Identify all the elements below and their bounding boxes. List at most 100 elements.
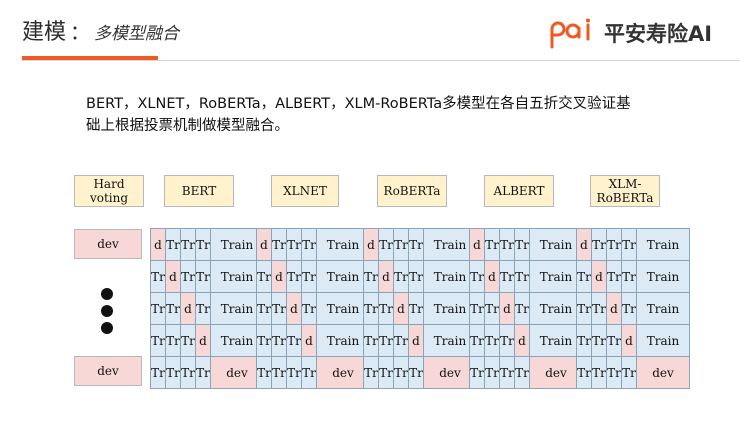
train-fold-cell: Train xyxy=(636,292,690,325)
train-fold-cell: Tr xyxy=(408,260,424,293)
ellipsis-dot xyxy=(101,322,113,334)
train-fold-cell: Tr xyxy=(591,356,607,389)
dev-fold-cell: dev xyxy=(636,356,690,389)
train-fold-cell: Tr xyxy=(256,260,272,293)
pai-logo-icon xyxy=(550,18,590,49)
train-fold-cell: Tr xyxy=(469,292,485,325)
dev-fold-cell: d xyxy=(256,228,272,261)
train-fold-cell: Tr xyxy=(606,356,622,389)
train-fold-cell: Tr xyxy=(286,228,302,261)
folds-grid-albert: d Tr Tr Tr Train Tr d Tr Tr Train Tr Tr d Tr Train Tr Tr… xyxy=(469,228,583,389)
train-fold-cell: Tr xyxy=(363,292,379,325)
train-fold-cell: Tr xyxy=(301,260,317,293)
train-fold-cell: Train xyxy=(529,260,583,293)
train-fold-cell: Tr xyxy=(195,260,211,293)
train-fold-cell: Tr xyxy=(271,228,287,261)
train-fold-cell: Tr xyxy=(150,356,166,389)
train-fold-cell: Tr xyxy=(484,356,500,389)
train-fold-cell: Tr xyxy=(514,356,530,389)
model-header-roberta: RoBERTa xyxy=(377,175,447,207)
train-fold-cell: Tr xyxy=(180,260,196,293)
folds-grid-bert: d Tr Tr Tr Train Tr d Tr Tr Train Tr Tr d Tr Train Tr Tr… xyxy=(150,228,264,389)
train-fold-cell: Tr xyxy=(256,356,272,389)
dev-fold-cell: d xyxy=(393,292,409,325)
dev-box-top: dev xyxy=(74,229,142,259)
train-fold-cell: Tr xyxy=(180,228,196,261)
model-header-albert: ALBERT xyxy=(484,175,554,207)
train-fold-cell: Tr xyxy=(621,292,637,325)
dev-fold-cell: d xyxy=(606,292,622,325)
train-fold-cell: Tr xyxy=(256,292,272,325)
train-fold-cell: Tr xyxy=(591,292,607,325)
train-fold-cell: Tr xyxy=(165,324,181,357)
train-fold-cell: Train xyxy=(316,260,370,293)
train-fold-cell: Tr xyxy=(484,324,500,357)
train-fold-cell: Tr xyxy=(576,324,592,357)
train-fold-cell: Tr xyxy=(271,324,287,357)
folds-grid-xlm-roberta: d Tr Tr Tr Train Tr d Tr Tr Train Tr Tr d Tr Train Tr Tr… xyxy=(576,228,690,389)
train-fold-cell: Tr xyxy=(271,292,287,325)
train-fold-cell: Tr xyxy=(499,228,515,261)
train-fold-cell: Tr xyxy=(180,356,196,389)
dev-fold-cell: d xyxy=(271,260,287,293)
train-fold-cell: Tr xyxy=(499,356,515,389)
train-fold-cell: Tr xyxy=(301,356,317,389)
train-fold-cell: Tr xyxy=(514,292,530,325)
train-fold-cell: Tr xyxy=(363,260,379,293)
train-fold-cell: Tr xyxy=(621,356,637,389)
title-divider xyxy=(22,60,740,61)
train-fold-cell: Tr xyxy=(606,324,622,357)
train-fold-cell: Tr xyxy=(378,324,394,357)
train-fold-cell: Tr xyxy=(484,292,500,325)
dev-fold-cell: d xyxy=(363,228,379,261)
train-fold-cell: Tr xyxy=(393,260,409,293)
dev-fold-cell: d xyxy=(484,260,500,293)
brand-logo: 平安寿险AI xyxy=(548,16,712,50)
train-fold-cell: Tr xyxy=(165,292,181,325)
train-fold-cell: Tr xyxy=(256,324,272,357)
train-fold-cell: Train xyxy=(316,292,370,325)
dev-fold-cell: d xyxy=(195,324,211,357)
train-fold-cell: Tr xyxy=(469,324,485,357)
train-fold-cell: Tr xyxy=(378,228,394,261)
train-fold-cell: Tr xyxy=(576,292,592,325)
description-line-1: BERT，XLNET，RoBERTa，ALBERT，XLM-RoBERTa多模型… xyxy=(86,96,631,112)
train-fold-cell: Tr xyxy=(576,260,592,293)
model-header-xlm-roberta: XLM- RoBERTa xyxy=(590,175,660,207)
train-fold-cell: Tr xyxy=(499,324,515,357)
hard-voting-box: Hard voting xyxy=(74,175,144,207)
dev-fold-cell: d xyxy=(499,292,515,325)
train-fold-cell: Tr xyxy=(484,228,500,261)
train-fold-cell: Tr xyxy=(576,356,592,389)
train-fold-cell: Tr xyxy=(150,260,166,293)
folds-grid-roberta: d Tr Tr Tr Train Tr d Tr Tr Train Tr Tr d Tr Train Tr Tr… xyxy=(363,228,477,389)
train-fold-cell: Tr xyxy=(393,324,409,357)
train-fold-cell: Tr xyxy=(393,356,409,389)
train-fold-cell: Tr xyxy=(591,228,607,261)
train-fold-cell: Tr xyxy=(286,356,302,389)
brand-text: 平安寿险AI xyxy=(604,22,713,46)
train-fold-cell: Tr xyxy=(165,356,181,389)
train-fold-cell: Tr xyxy=(469,356,485,389)
title-separator: ： xyxy=(70,20,91,44)
train-fold-cell: Tr xyxy=(621,228,637,261)
train-fold-cell: Tr xyxy=(499,260,515,293)
train-fold-cell: Tr xyxy=(378,356,394,389)
train-fold-cell: Tr xyxy=(408,292,424,325)
dev-box-bottom: dev xyxy=(74,356,142,386)
dev-fold-cell: dev xyxy=(316,356,370,389)
train-fold-cell: Tr xyxy=(606,228,622,261)
train-fold-cell: Train xyxy=(316,324,370,357)
train-fold-cell: Tr xyxy=(514,228,530,261)
dev-fold-cell: d xyxy=(286,292,302,325)
train-fold-cell: Tr xyxy=(393,228,409,261)
train-fold-cell: Tr xyxy=(301,292,317,325)
model-header-bert: BERT xyxy=(164,175,234,207)
train-fold-cell: Tr xyxy=(514,260,530,293)
dev-fold-cell: d xyxy=(378,260,394,293)
dev-fold-cell: d xyxy=(591,260,607,293)
train-fold-cell: Tr xyxy=(378,292,394,325)
train-fold-cell: Tr xyxy=(150,324,166,357)
train-fold-cell: Tr xyxy=(165,228,181,261)
dev-fold-cell: dev xyxy=(529,356,583,389)
